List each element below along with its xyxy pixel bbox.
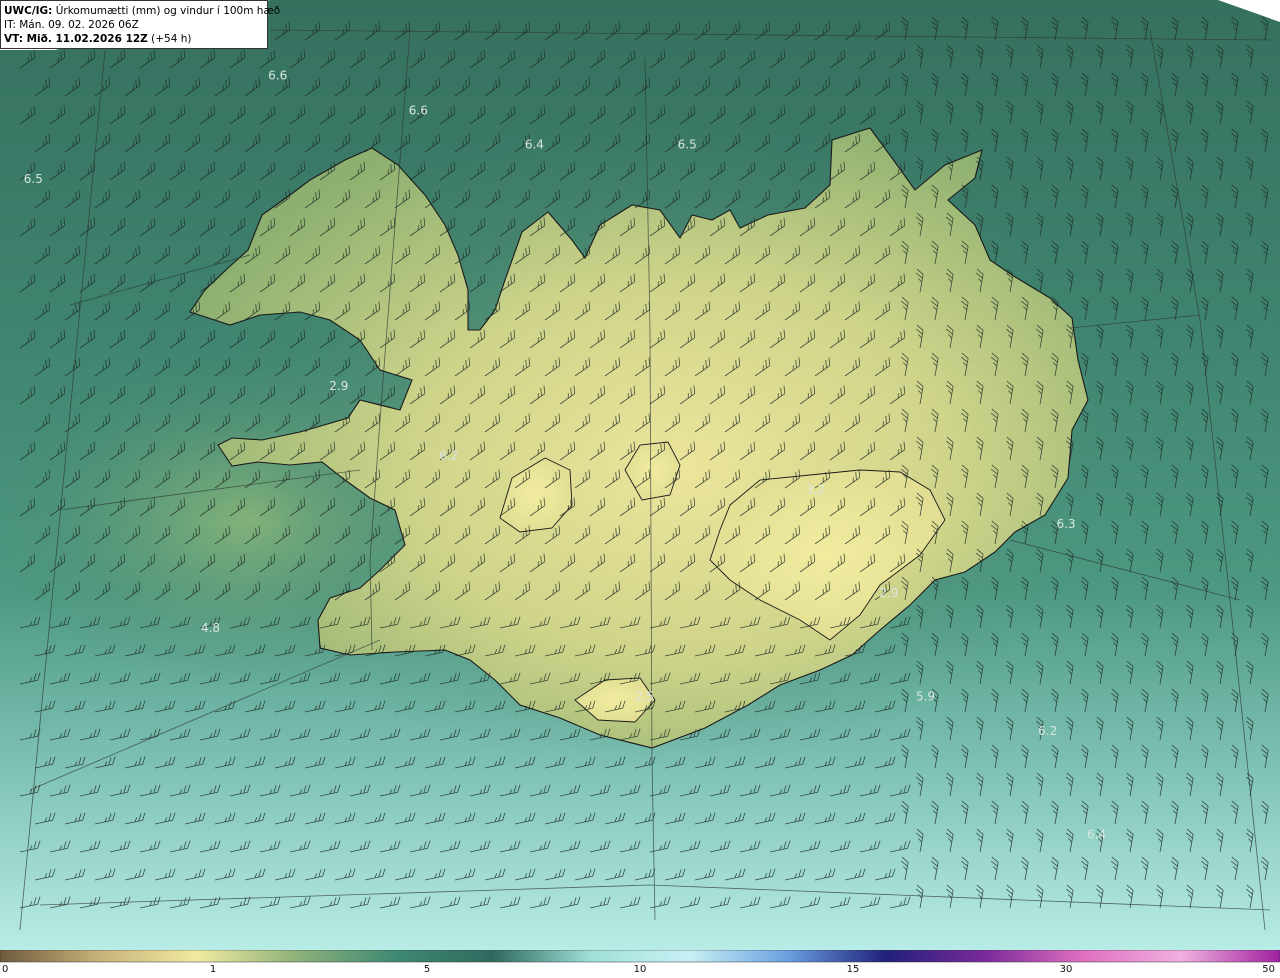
lead-time: (+54 h) (151, 33, 192, 45)
value-label-6: 6.2 (439, 448, 458, 462)
value-label-1: 6.6 (268, 69, 287, 83)
value-label-5: 2.9 (329, 379, 348, 393)
model-label: UWC/IG: (4, 5, 53, 17)
value-label-14: 6.4 (1087, 828, 1106, 842)
colorbar-tick-5: 30 (1059, 964, 1073, 975)
value-label-7: 4.8 (201, 621, 220, 635)
colorbar-tick-2: 5 (423, 964, 431, 975)
init-time: Mán. 09. 02. 2026 06Z (19, 19, 139, 31)
value-label-8: 3.2 (806, 483, 825, 497)
colorbar-tick-0: 0 (2, 964, 9, 975)
valid-line: VT: Mið. 11.02.2026 12Z (+54 h) (4, 32, 264, 46)
value-label-0: 6.5 (24, 172, 43, 186)
value-label-3: 6.4 (525, 138, 544, 152)
title-line: UWC/IG: Úrkomumætti (mm) og vindur í 100… (4, 4, 280, 18)
value-label-13: 6.2 (1038, 724, 1057, 738)
value-label-11: 5.9 (916, 690, 935, 704)
value-label-10: 2.5 (635, 690, 654, 704)
value-label-2: 6.6 (409, 103, 428, 117)
colorbar-tick-4: 15 (846, 964, 860, 975)
value-label-12: 6.3 (1057, 517, 1076, 531)
valid-label: VT: (4, 33, 23, 45)
init-label: IT: (4, 19, 16, 31)
colorbar-tick-6: 50 (1262, 964, 1275, 975)
value-label-4: 6.5 (678, 138, 697, 152)
colorbar-tick-3: 10 (633, 964, 647, 975)
map-title: Úrkomumætti (mm) og vindur í 100m hæð (55, 5, 281, 17)
weather-map: 6.5 6.6 6.6 6.4 6.5 2.9 6.2 4.8 3.2 2.9 2.5 5.9 6.3 6… (0, 0, 1280, 950)
map-title-box: UWC/IG: Úrkomumætti (mm) og vindur í 100… (0, 0, 280, 49)
colorbar-tick-1: 1 (209, 964, 217, 975)
init-line: IT: Mán. 09. 02. 2026 06Z (4, 18, 264, 32)
valid-time: Mið. 11.02.2026 12Z (26, 33, 148, 45)
colorbar-fill (0, 950, 1280, 963)
value-label-9: 2.9 (879, 586, 898, 600)
